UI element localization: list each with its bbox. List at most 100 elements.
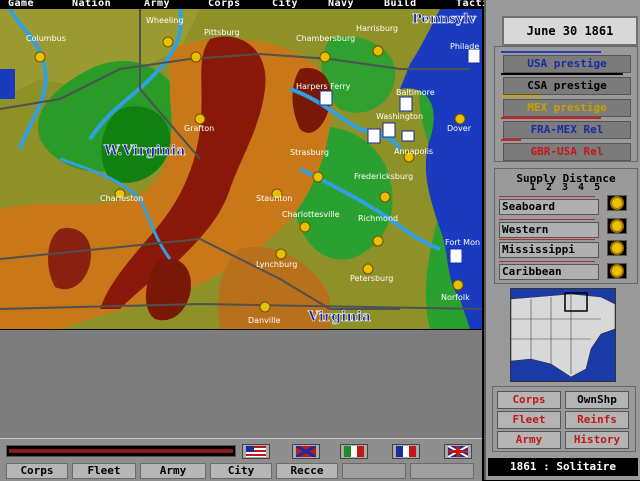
fleet-button[interactable]: Fleet	[497, 411, 561, 429]
city-label-charleston: Charleston	[100, 194, 143, 203]
menu-corps[interactable]: Corps	[208, 0, 241, 9]
city-marker-charlottesville[interactable]	[299, 221, 311, 233]
message-area	[0, 330, 482, 438]
city-label-strasburg: Strasburg	[290, 148, 329, 157]
empty-tab-button-2[interactable]	[410, 463, 474, 479]
city-marker-lynchburg[interactable]	[275, 248, 287, 260]
supply-distance-box: Supply Distance 1 2 3 4 5 Seaboard Weste…	[494, 168, 638, 284]
city-tab-button[interactable]: City	[210, 463, 272, 479]
city-label-dover: Dover	[447, 124, 472, 133]
city-marker-grafton[interactable]	[194, 113, 206, 125]
flag-gbr-button[interactable]	[444, 444, 472, 459]
map-canvas[interactable]: Columbus Wheeling Pittsburg Chambersburg…	[0, 9, 482, 329]
supply-caribbean[interactable]: Caribbean	[499, 264, 599, 280]
city-marker-norfolk[interactable]	[452, 279, 464, 291]
supply-numbers: 1 2 3 4 5	[529, 182, 603, 193]
city-marker-pittsburg[interactable]	[190, 51, 202, 63]
city-label-columbus: Columbus	[26, 34, 66, 43]
menu-navy[interactable]: Navy	[328, 0, 354, 9]
csa-flag-icon	[296, 446, 316, 457]
supply-caribbean-line	[499, 261, 595, 262]
city-label-philadelphia: Philade	[450, 42, 479, 51]
menu-build[interactable]: Build	[384, 0, 417, 9]
unit-harpers-ferry[interactable]	[319, 90, 333, 106]
city-label-chambersburg: Chambersburg	[296, 34, 355, 43]
unit-fort-monroe[interactable]	[449, 248, 463, 264]
fleet-tab-button[interactable]: Fleet	[72, 463, 136, 479]
flag-mex-button[interactable]	[340, 444, 368, 459]
turn-progress-fill	[9, 449, 233, 453]
water-west	[0, 69, 15, 99]
city-label-fredericksburg: Fredericksburg	[354, 172, 413, 181]
army-tab-button[interactable]: Army	[140, 463, 206, 479]
gbr-usa-relations[interactable]: GBR-USA Rel	[503, 143, 631, 161]
usa-prestige[interactable]: USA prestige	[503, 55, 631, 73]
history-button[interactable]: History	[565, 431, 629, 449]
city-marker-columbus[interactable]	[34, 51, 46, 63]
supply-mississippi[interactable]: Mississippi	[499, 242, 599, 258]
corps-button[interactable]: Corps	[497, 391, 561, 409]
ownship-button[interactable]: OwnShp	[565, 391, 629, 409]
city-label-lynchburg: Lynchburg	[256, 260, 297, 269]
city-label-wheeling: Wheeling	[146, 16, 183, 25]
unit-annapolis-fleet[interactable]	[401, 130, 415, 142]
flag-fra-button[interactable]	[392, 444, 420, 459]
unit-philadelphia[interactable]	[467, 48, 481, 64]
csa-prestige-bar	[501, 73, 623, 75]
city-label-grafton: Grafton	[184, 124, 214, 133]
city-marker-strasburg[interactable]	[312, 171, 324, 183]
corps-tab-button[interactable]: Corps	[6, 463, 68, 479]
france-flag-icon	[396, 446, 416, 457]
city-label-harpers-ferry: Harpers Ferry	[296, 82, 351, 91]
unit-washington[interactable]	[382, 122, 396, 138]
turn-progress-bar	[6, 445, 236, 457]
unit-washington-2[interactable]	[367, 128, 381, 144]
flag-csa-button[interactable]	[292, 444, 320, 459]
minimap[interactable]	[510, 288, 616, 382]
reinforcements-button[interactable]: Reinfs	[565, 411, 629, 429]
city-marker-dover[interactable]	[454, 113, 466, 125]
menu-army[interactable]: Army	[144, 0, 170, 9]
city-marker-petersburg[interactable]	[362, 263, 374, 275]
city-marker-wheeling[interactable]	[162, 36, 174, 48]
state-label-pennsylvania: Pennsylv	[412, 12, 476, 27]
city-label-norfolk: Norfolk	[441, 293, 470, 302]
supply-western[interactable]: Western	[499, 222, 599, 238]
csa-prestige[interactable]: CSA prestige	[503, 77, 631, 95]
mex-prestige[interactable]: MEX prestige	[503, 99, 631, 117]
empty-tab-button[interactable]	[342, 463, 406, 479]
mex-prestige-bar	[501, 95, 541, 97]
sun-icon[interactable]	[607, 195, 627, 211]
game-date: June 30 1861	[502, 16, 638, 46]
game-mode-status: 1861 : Solitaire	[488, 458, 638, 476]
menu-city[interactable]: City	[272, 0, 298, 9]
recce-tab-button[interactable]: Recce	[276, 463, 338, 479]
city-label-fort-monroe: Fort Mon	[445, 238, 480, 247]
sun-icon[interactable]	[607, 218, 627, 234]
supply-western-line	[499, 219, 595, 220]
city-marker-richmond[interactable]	[372, 235, 384, 247]
city-label-richmond: Richmond	[358, 214, 398, 223]
minimap-canvas	[511, 289, 615, 381]
city-marker-danville[interactable]	[259, 301, 271, 313]
city-marker-harrisburg[interactable]	[372, 45, 384, 57]
sun-icon[interactable]	[607, 240, 627, 256]
menu-nation[interactable]: Nation	[72, 0, 111, 9]
supply-seaboard[interactable]: Seaboard	[499, 199, 599, 215]
unit-baltimore[interactable]	[399, 96, 413, 112]
fra-mex-rel-bar	[501, 117, 601, 119]
city-marker-chambersburg[interactable]	[319, 51, 331, 63]
army-button[interactable]: Army	[497, 431, 561, 449]
command-buttons: Corps OwnShp Fleet Reinfs Army History	[492, 386, 636, 452]
strategic-map[interactable]: Columbus Wheeling Pittsburg Chambersburg…	[0, 9, 482, 329]
fra-mex-relations[interactable]: FRA-MEX Rel	[503, 121, 631, 139]
city-marker-fredericksburg[interactable]	[379, 191, 391, 203]
britain-flag-icon	[448, 446, 468, 457]
flag-usa-button[interactable]	[242, 444, 270, 459]
bottom-toolbar: Corps Fleet Army City Recce	[0, 438, 482, 481]
sun-icon[interactable]	[607, 263, 627, 279]
gbr-usa-rel-bar	[501, 139, 521, 141]
city-label-annapolis: Annapolis	[394, 147, 433, 156]
usa-flag-icon	[246, 446, 266, 457]
menu-game[interactable]: Game	[8, 0, 34, 9]
